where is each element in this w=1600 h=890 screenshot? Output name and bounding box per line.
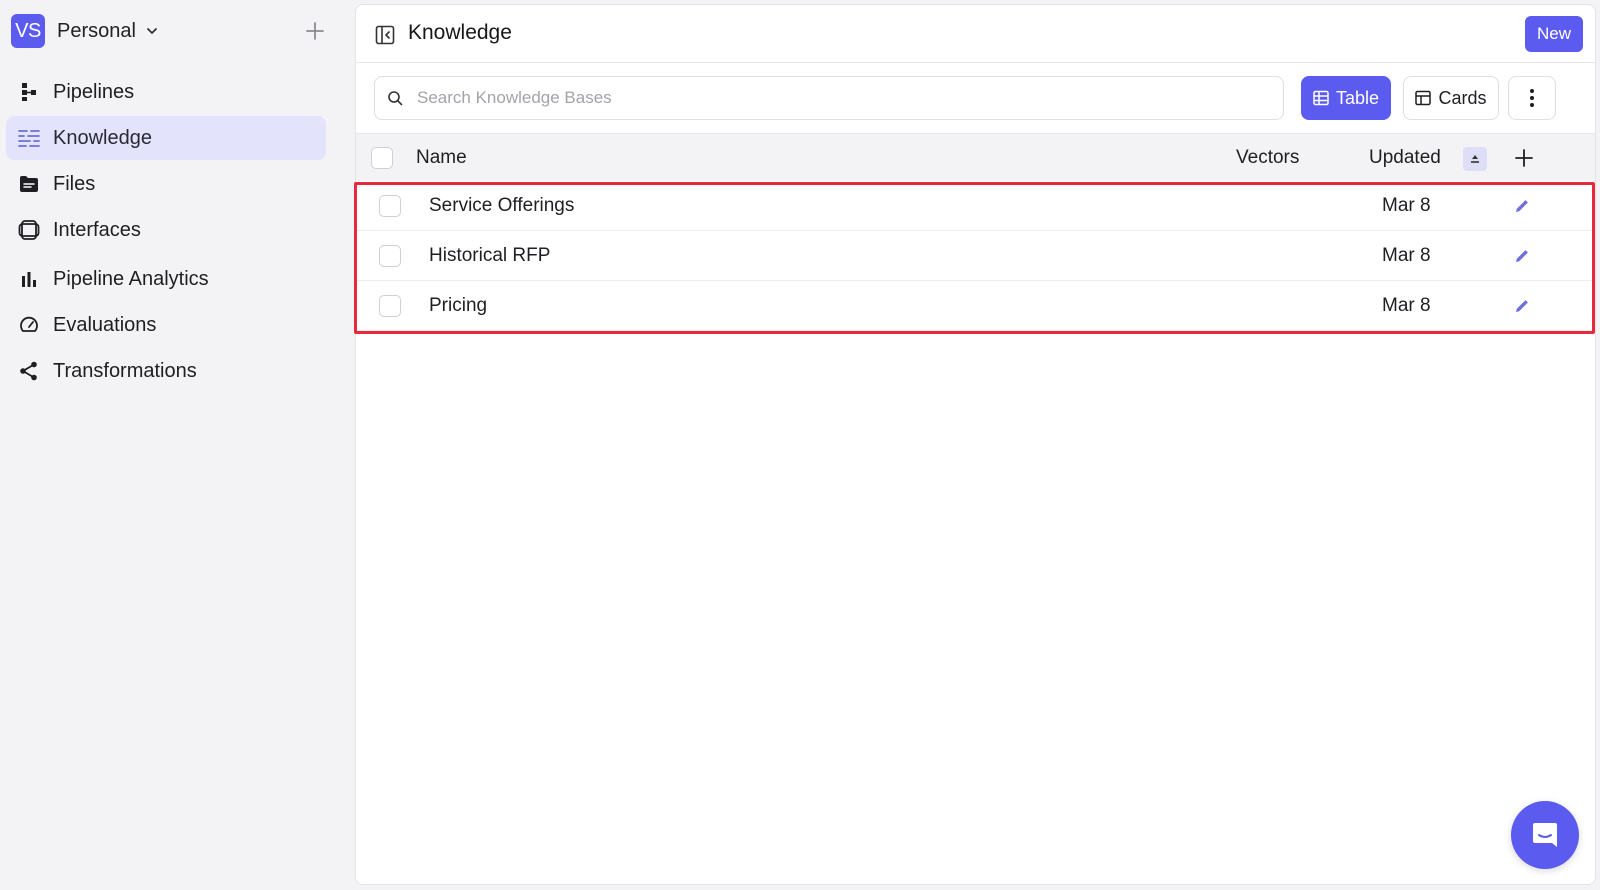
column-header-vectors[interactable]: Vectors (1236, 147, 1299, 169)
table-header: Name Vectors Updated (356, 133, 1595, 181)
sort-button[interactable] (1463, 147, 1487, 171)
sidebar-item-transformations[interactable]: Transformations (6, 349, 326, 393)
column-header-name[interactable]: Name (416, 147, 467, 169)
row-updated: Mar 8 (1382, 245, 1431, 266)
sidebar-toggle-icon[interactable] (374, 24, 396, 46)
main-panel: Knowledge New Table (355, 4, 1596, 885)
chat-launcher-button[interactable] (1511, 801, 1579, 869)
table-view-label: Table (1335, 87, 1380, 108)
row-updated: Mar 8 (1382, 195, 1431, 216)
table-view-button[interactable]: Table (1301, 76, 1391, 120)
sidebar-item-pipeline-analytics[interactable]: Pipeline Analytics (6, 257, 326, 301)
edit-button[interactable] (1510, 294, 1534, 318)
row-name[interactable]: Historical RFP (429, 245, 550, 267)
search-input[interactable] (417, 78, 1283, 118)
plus-icon (306, 22, 324, 40)
bar-chart-icon (18, 268, 40, 290)
row-checkbox[interactable] (379, 245, 401, 267)
chevron-down-icon (146, 25, 158, 37)
gauge-icon (18, 314, 40, 336)
sidebar-item-label: Pipelines (53, 80, 135, 103)
sidebar-item-pipelines[interactable]: Pipelines (6, 70, 326, 114)
pipelines-icon (18, 81, 40, 103)
pencil-icon (1516, 300, 1528, 312)
row-updated: Mar 8 (1382, 295, 1431, 316)
row-checkbox[interactable] (379, 295, 401, 317)
chat-icon (1533, 823, 1557, 847)
plus-icon (1515, 149, 1533, 167)
page-title: Knowledge (408, 21, 512, 44)
workspace-switcher[interactable]: VS Personal (11, 14, 329, 48)
sidebar-item-label: Files (53, 172, 96, 195)
cards-icon (1415, 90, 1432, 106)
edit-button[interactable] (1510, 244, 1534, 268)
sidebar-item-label: Evaluations (53, 313, 157, 336)
knowledge-icon (18, 127, 40, 149)
sidebar-item-knowledge[interactable]: Knowledge (6, 116, 326, 160)
more-options-button[interactable] (1508, 76, 1556, 120)
row-checkbox[interactable] (379, 195, 401, 217)
pencil-icon (1516, 250, 1528, 262)
pencil-icon (1516, 200, 1528, 212)
new-button[interactable]: New (1525, 16, 1583, 52)
table-row[interactable]: Pricing Mar 8 (356, 281, 1595, 331)
toolbar: Table Cards (356, 63, 1595, 133)
table-row[interactable]: Historical RFP Mar 8 (356, 231, 1595, 281)
search-icon (387, 89, 405, 107)
search-box[interactable] (374, 76, 1284, 120)
cards-view-label: Cards (1438, 87, 1487, 108)
table-icon (1313, 90, 1329, 106)
share-nodes-icon (18, 360, 40, 382)
sidebar-item-label: Knowledge (53, 126, 152, 149)
add-column-button[interactable] (1511, 145, 1537, 171)
interfaces-icon (18, 219, 40, 241)
table-row[interactable]: Service Offerings Mar 8 (356, 181, 1595, 231)
sidebar-item-interfaces[interactable]: Interfaces (6, 208, 326, 252)
row-name[interactable]: Pricing (429, 295, 487, 317)
row-name[interactable]: Service Offerings (429, 195, 574, 217)
folder-icon (18, 173, 40, 195)
sidebar-item-label: Interfaces (53, 218, 141, 241)
workspace-avatar: VS (11, 14, 45, 48)
sidebar: VS Personal Pipelines Knowledge Files In… (0, 0, 346, 890)
add-workspace-button[interactable] (301, 17, 329, 45)
edit-button[interactable] (1510, 194, 1534, 218)
sidebar-item-label: Pipeline Analytics (53, 267, 209, 290)
workspace-name: Personal (57, 19, 136, 42)
page-header: Knowledge New (356, 5, 1595, 63)
column-header-updated[interactable]: Updated (1369, 147, 1441, 169)
sidebar-item-label: Transformations (53, 359, 197, 382)
sidebar-item-files[interactable]: Files (6, 162, 326, 206)
kebab-menu-icon (1530, 89, 1534, 107)
sort-icon (1471, 155, 1479, 163)
sidebar-item-evaluations[interactable]: Evaluations (6, 303, 326, 347)
cards-view-button[interactable]: Cards (1403, 76, 1499, 120)
select-all-checkbox[interactable] (371, 147, 393, 169)
